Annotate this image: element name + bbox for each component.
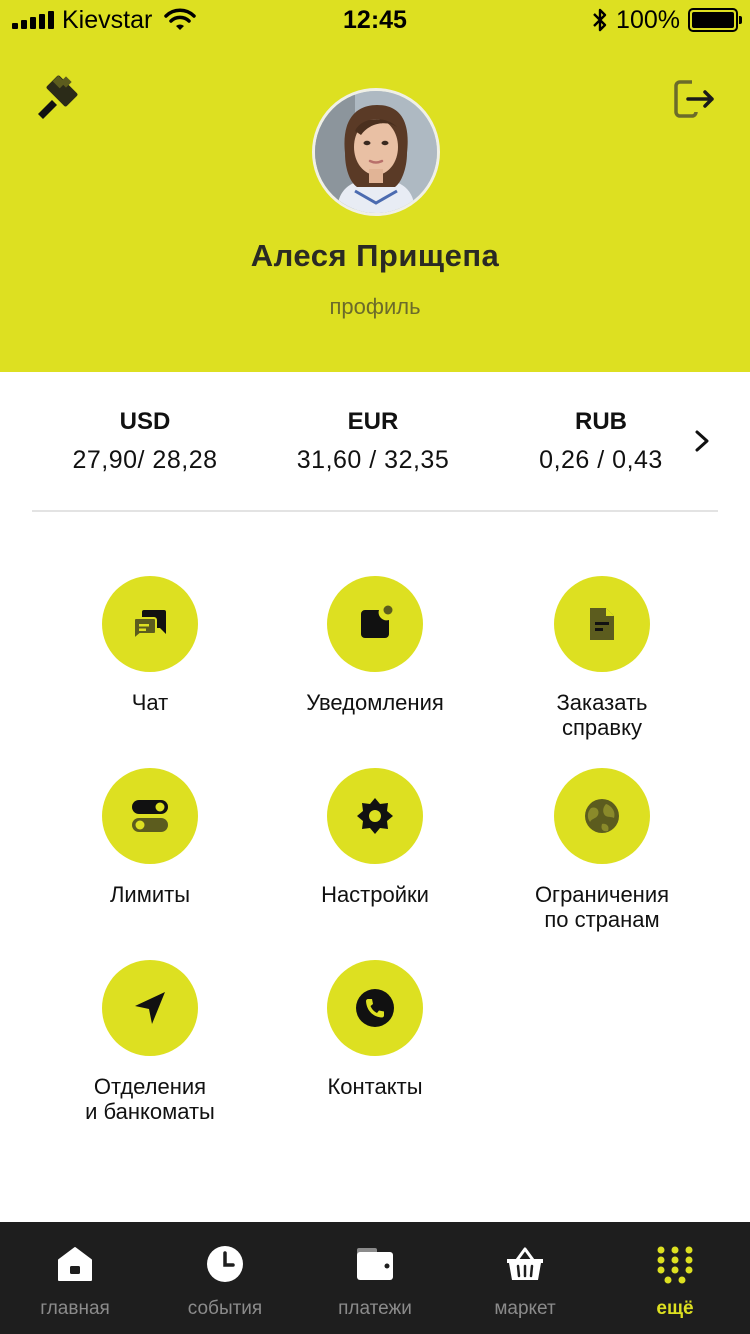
menu-label: Лимиты [109, 882, 191, 907]
rate-eur: EUR 31,60 / 32,35 [258, 408, 488, 475]
tab-label: ещё [656, 1298, 694, 1319]
rate-usd: USD 27,90/ 28,28 [30, 408, 260, 475]
menu-label: Чат [131, 690, 169, 715]
notifications-icon [361, 605, 393, 638]
battery-icon [688, 8, 742, 32]
rate-code: EUR [347, 408, 399, 435]
divider [32, 510, 718, 512]
globe-icon [585, 799, 619, 833]
chevron-right-icon[interactable] [688, 426, 716, 456]
menu-icon-circle [327, 576, 423, 672]
logout-icon [674, 80, 714, 118]
phone-icon [356, 989, 394, 1027]
menu-label: Ограничения по странам [534, 882, 670, 932]
menu-icon-circle [327, 768, 423, 864]
tab-label: платежи [338, 1298, 412, 1319]
menu-country-restrictions[interactable]: Ограничения по странам [482, 768, 722, 932]
menu-settings[interactable]: Настройки [255, 768, 495, 907]
bluetooth-icon [593, 8, 607, 32]
rate-code: RUB [575, 408, 627, 435]
profile-link[interactable]: профиль [0, 294, 750, 320]
menu-label: Настройки [321, 882, 429, 907]
menu-icon-circle [102, 960, 198, 1056]
location-arrow-icon [135, 992, 165, 1024]
avatar-photo [315, 91, 437, 213]
chat-icon [133, 610, 166, 642]
document-icon [590, 608, 614, 640]
tab-more[interactable]: ещё [600, 1222, 750, 1334]
logout-button[interactable] [670, 74, 720, 124]
more-dots-icon [657, 1246, 693, 1284]
user-name: Алеся Прищепа [250, 238, 500, 273]
menu-limits[interactable]: Лимиты [30, 768, 270, 907]
tab-market[interactable]: маркет [450, 1222, 600, 1334]
tab-home[interactable]: главная [0, 1222, 150, 1334]
battery-percent: 100% [616, 5, 680, 34]
tab-label: события [187, 1298, 263, 1319]
wallet-icon [357, 1248, 393, 1280]
tab-label: главная [40, 1298, 110, 1319]
avatar[interactable] [312, 88, 440, 216]
menu-contacts[interactable]: Контакты [255, 960, 495, 1099]
bottom-tab-bar: главная события платежи маркет ещё [0, 1222, 750, 1334]
tab-events[interactable]: события [150, 1222, 300, 1334]
menu-label: Контакты [327, 1074, 423, 1099]
exchange-rates[interactable]: USD 27,90/ 28,28 EUR 31,60 / 32,35 RUB 0… [0, 372, 750, 512]
status-right: 100% [592, 5, 742, 34]
rate-value: 31,60 / 32,35 [296, 446, 450, 474]
menu-label: Уведомления [306, 690, 444, 715]
menu-icon-circle [554, 768, 650, 864]
tab-payments[interactable]: платежи [300, 1222, 450, 1334]
rate-value: 27,90/ 28,28 [72, 446, 218, 474]
menu-icon-circle [102, 576, 198, 672]
menu-icon-circle [327, 960, 423, 1056]
paint-brush-icon [38, 75, 78, 119]
menu-order-certificate[interactable]: Заказать справку [482, 576, 722, 740]
tab-label: маркет [494, 1298, 556, 1319]
menu-icon-circle [102, 768, 198, 864]
limits-toggle-icon [132, 800, 168, 832]
rate-value: 0,26 / 0,43 [539, 446, 663, 474]
profile-header: Kievstar 12:45 100% Алеся Прищепа профил… [0, 0, 750, 372]
menu-label: Отделения и банкоматы [85, 1074, 215, 1124]
menu-icon-circle [554, 576, 650, 672]
home-icon [58, 1247, 92, 1281]
menu-label: Заказать справку [556, 690, 648, 740]
clock-icon [207, 1246, 243, 1282]
rate-code: USD [119, 408, 171, 435]
gear-icon [357, 798, 393, 834]
status-bar: Kievstar 12:45 100% [0, 0, 750, 40]
menu-chat[interactable]: Чат [30, 576, 270, 715]
menu-notifications[interactable]: Уведомления [255, 576, 495, 715]
menu-branches-atms[interactable]: Отделения и банкоматы [30, 960, 270, 1124]
basket-icon [507, 1247, 543, 1280]
rate-rub: RUB 0,26 / 0,43 [486, 408, 716, 475]
theme-brush-button[interactable] [32, 74, 82, 124]
